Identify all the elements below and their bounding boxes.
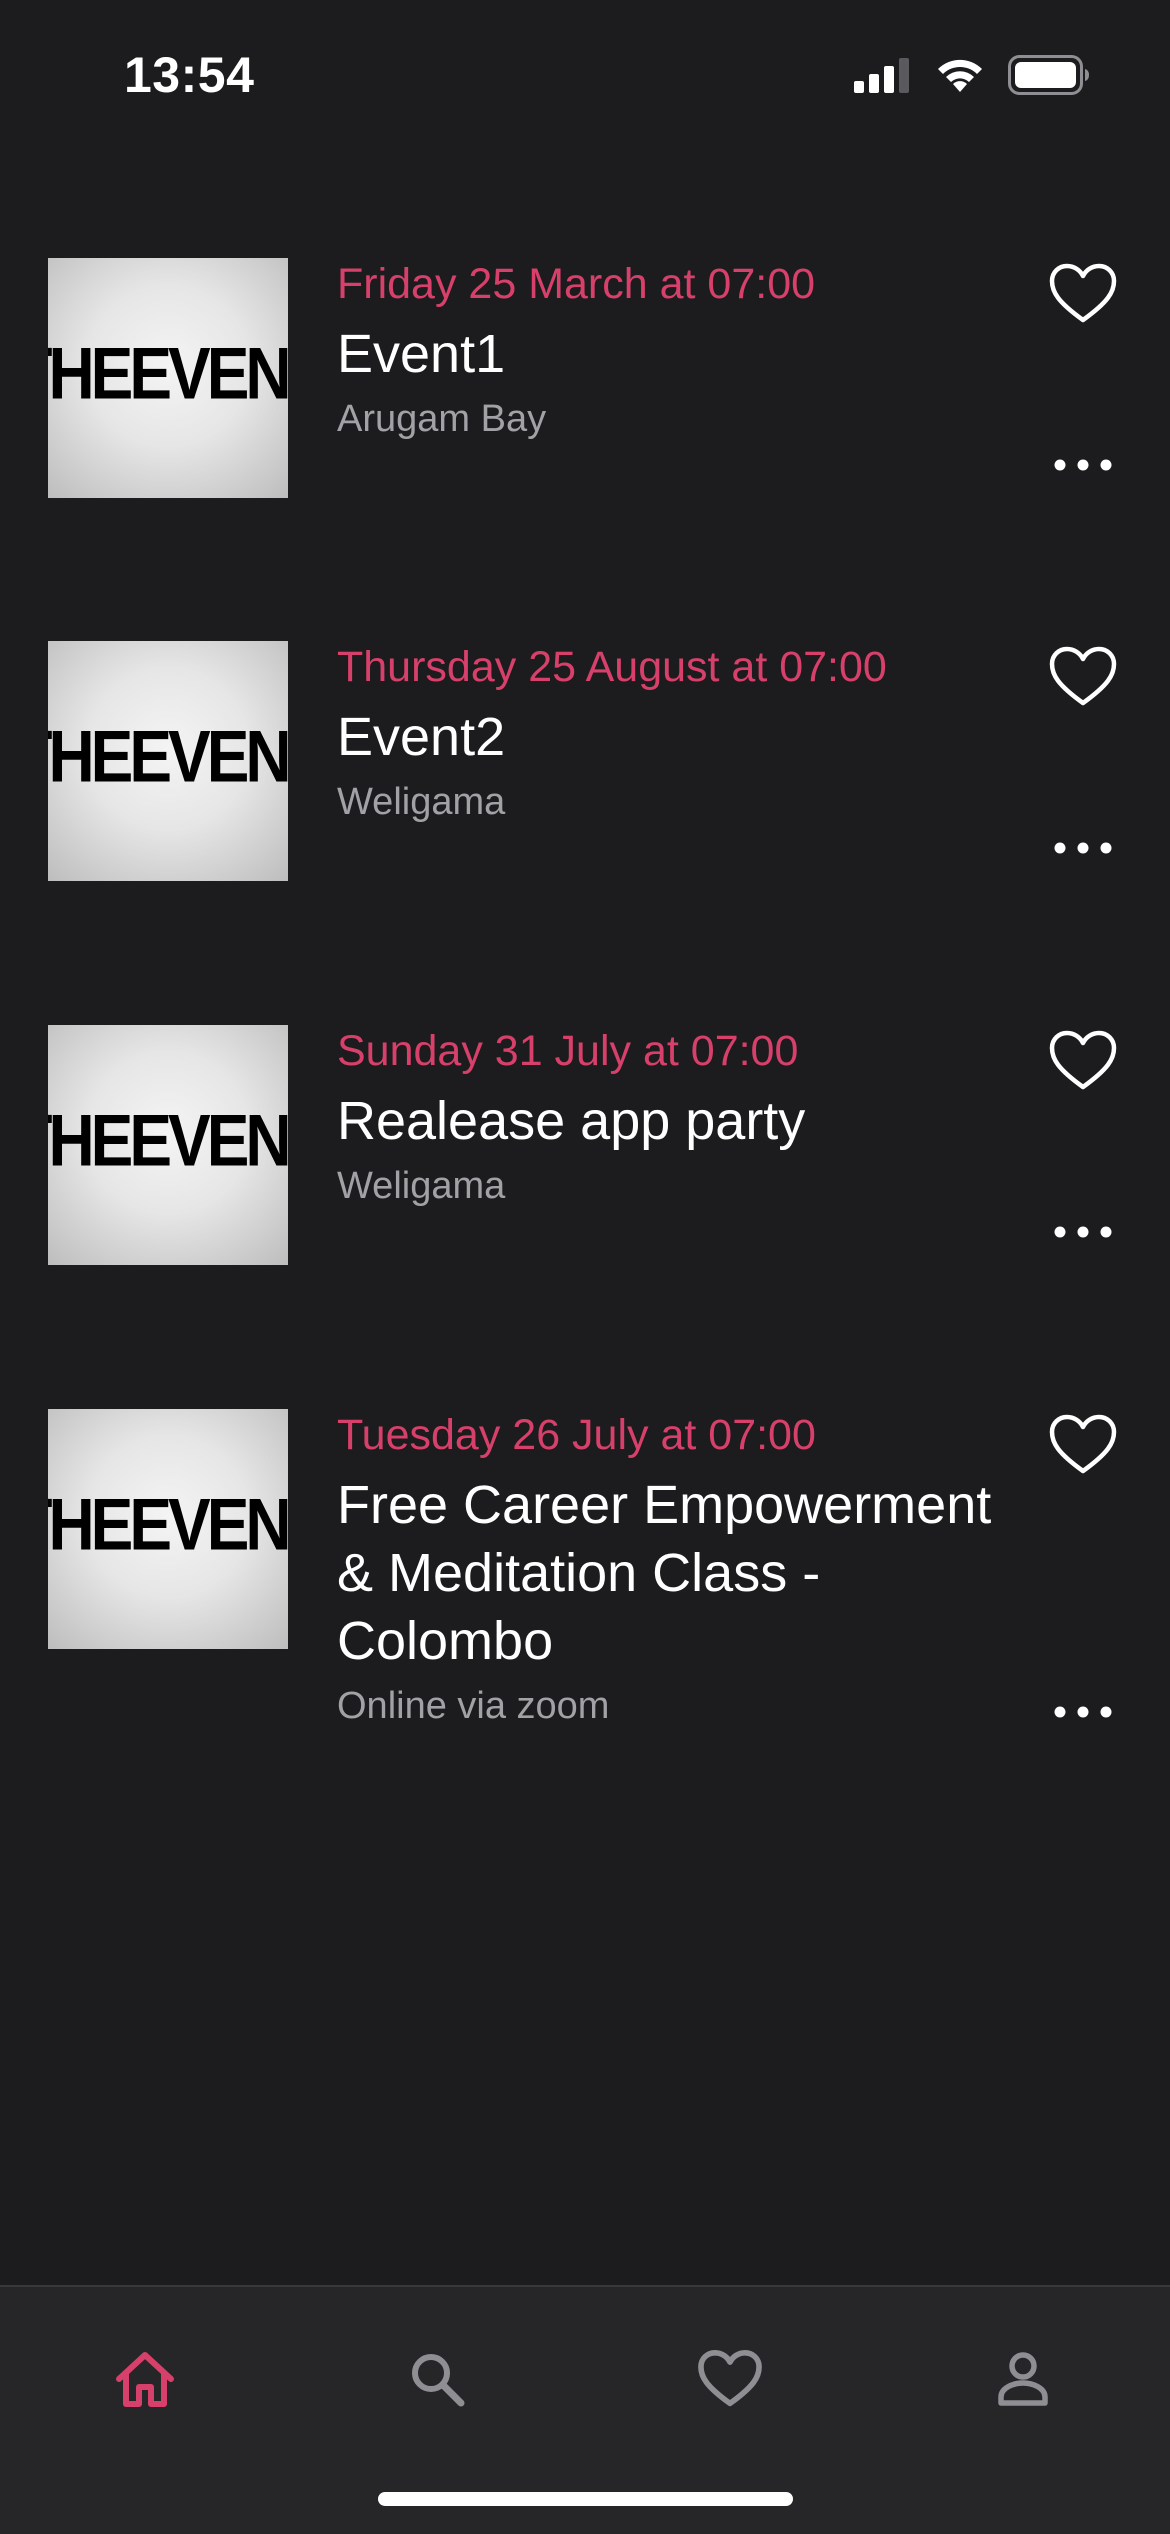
event-title: Event2	[337, 707, 506, 767]
event-date: Sunday 31 July at 07:00	[337, 1027, 799, 1075]
svg-text:THEEVENT: THEEVENT	[48, 1099, 288, 1181]
event-info: Sunday 31 July at 07:00 Realease app par…	[337, 1025, 997, 1211]
tab-search[interactable]	[387, 2331, 487, 2431]
svg-text:THEEVENT: THEEVENT	[48, 715, 288, 797]
event-thumbnail[interactable]: THEEVENT	[48, 1409, 288, 1649]
tab-favorites[interactable]	[680, 2331, 780, 2431]
event-title: Realease app party	[337, 1091, 806, 1151]
event-title: Free Career Empowerment & Meditation Cla…	[337, 1475, 992, 1671]
more-options-icon[interactable]	[1048, 836, 1118, 860]
event-date: Thursday 25 August at 07:00	[337, 643, 887, 691]
the-event-logo: THEEVENT	[48, 1099, 288, 1181]
event-info: Friday 25 March at 07:00 Event1 Arugam B…	[337, 258, 997, 444]
the-event-logo: THEEVENT	[48, 715, 288, 797]
event-location: Online via zoom	[337, 1685, 610, 1727]
event-list-item[interactable]: THEEVENT Sunday 31 July at 07:00 Realeas…	[0, 1025, 1170, 1265]
event-location: Arugam Bay	[337, 398, 547, 440]
heart-icon	[697, 2349, 763, 2413]
event-list-item[interactable]: THEEVENT Tuesday 26 July at 07:00 Free C…	[0, 1409, 1170, 1749]
tab-profile[interactable]	[973, 2331, 1073, 2431]
person-icon	[993, 2349, 1053, 2413]
status-time: 13:54	[124, 47, 255, 103]
status-icons	[854, 55, 1090, 99]
favorite-heart-icon[interactable]	[1048, 262, 1118, 326]
event-thumbnail[interactable]: THEEVENT	[48, 258, 288, 498]
event-date: Tuesday 26 July at 07:00	[337, 1411, 816, 1459]
svg-text:THEEVENT: THEEVENT	[48, 1483, 288, 1565]
cellular-signal-icon	[854, 57, 912, 97]
event-list-item[interactable]: THEEVENT Thursday 25 August at 07:00 Eve…	[0, 641, 1170, 881]
the-event-logo: THEEVENT	[48, 1483, 288, 1565]
event-location: Weligama	[337, 781, 506, 823]
more-options-icon[interactable]	[1048, 453, 1118, 477]
wifi-icon	[934, 56, 986, 98]
favorite-heart-icon[interactable]	[1048, 1029, 1118, 1093]
favorite-heart-icon[interactable]	[1048, 1413, 1118, 1477]
tab-home[interactable]	[95, 2331, 195, 2431]
event-thumbnail[interactable]: THEEVENT	[48, 1025, 288, 1265]
battery-icon	[1008, 55, 1090, 99]
event-date: Friday 25 March at 07:00	[337, 260, 816, 308]
event-info: Thursday 25 August at 07:00 Event2 Welig…	[337, 641, 997, 827]
home-indicator[interactable]	[378, 2492, 793, 2506]
home-icon	[113, 2349, 177, 2413]
event-list-item[interactable]: THEEVENT Friday 25 March at 07:00 Event1…	[0, 258, 1170, 498]
status-bar: 13:54	[0, 0, 1170, 150]
svg-text:THEEVENT: THEEVENT	[48, 332, 288, 414]
more-options-icon[interactable]	[1048, 1220, 1118, 1244]
more-options-icon[interactable]	[1048, 1700, 1118, 1724]
the-event-logo: THEEVENT	[48, 332, 288, 414]
event-thumbnail[interactable]: THEEVENT	[48, 641, 288, 881]
search-icon	[407, 2349, 467, 2413]
favorite-heart-icon[interactable]	[1048, 645, 1118, 709]
event-location: Weligama	[337, 1165, 506, 1207]
event-title: Event1	[337, 324, 506, 384]
event-info: Tuesday 26 July at 07:00 Free Career Emp…	[337, 1409, 997, 1731]
